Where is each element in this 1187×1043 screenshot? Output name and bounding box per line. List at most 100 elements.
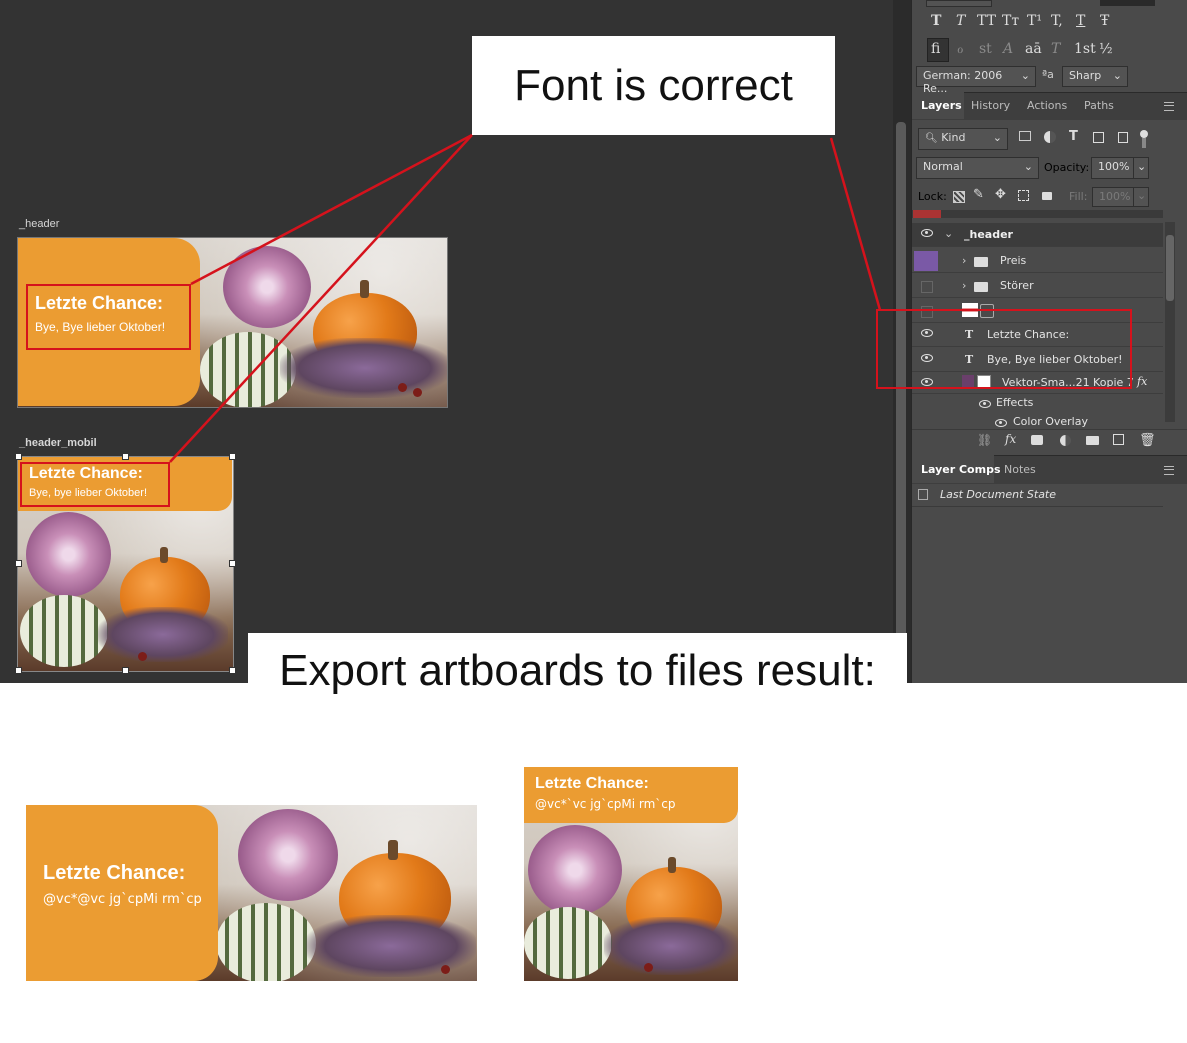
effects-group: Effects Color Overlay <box>912 394 1163 434</box>
tab-layer-comps[interactable]: Layer Comps <box>921 463 1001 476</box>
fill-input[interactable]: 100% <box>1092 187 1134 207</box>
document-state-icon <box>918 489 928 500</box>
chevron-down-icon: ⌄ <box>1020 69 1030 82</box>
adjustment-layer-icon[interactable] <box>1060 435 1071 446</box>
filter-smart-object-icon[interactable] <box>1118 132 1128 143</box>
antialias-select[interactable]: Sharp ⌄ <box>1062 66 1128 87</box>
filter-toggle-icon[interactable] <box>1140 130 1148 138</box>
layer-comp-row[interactable]: Last Document State <box>912 484 1163 507</box>
panel-menu-icon[interactable] <box>1164 466 1174 475</box>
language-select[interactable]: German: 2006 Re... ⌄ <box>916 66 1036 95</box>
search-icon: 🔍︎ <box>925 133 938 144</box>
layer-row-stoerer[interactable]: › Störer <box>912 274 1163 298</box>
export-desktop-subtitle: @vc*@vc jg`cpMi rm`cp <box>43 892 202 907</box>
character-field[interactable] <box>926 0 992 7</box>
lock-label: Lock: <box>918 190 947 203</box>
swash-icon[interactable]: A <box>1003 41 1013 57</box>
opacity-label: Opacity: <box>1044 161 1090 174</box>
visibility-eye-icon[interactable] <box>979 400 991 408</box>
ordinals-icon[interactable]: 1st <box>1074 41 1096 57</box>
lock-transparent-icon[interactable] <box>953 191 965 203</box>
folder-icon <box>974 282 988 292</box>
link-layers-icon[interactable]: ⛓ <box>977 433 992 447</box>
highlight-box-layers <box>876 309 1132 389</box>
fractions-icon[interactable]: ½ <box>1099 41 1113 57</box>
filter-adjustment-icon[interactable] <box>1044 131 1056 143</box>
lock-position-icon[interactable]: ✥ <box>995 187 1006 202</box>
folder-icon <box>974 257 988 267</box>
filter-toggle-stem <box>1142 138 1146 148</box>
visibility-eye-icon[interactable] <box>921 229 933 237</box>
underline-icon[interactable]: T <box>1076 13 1085 29</box>
trash-icon[interactable]: 🗑︎ <box>1139 433 1156 448</box>
lock-all-icon[interactable] <box>1042 192 1052 200</box>
export-mobile-title: Letzte Chance: <box>535 775 649 792</box>
color-swatch[interactable] <box>1100 0 1155 6</box>
panel-menu-icon[interactable] <box>1164 102 1174 111</box>
fill-value: 100% <box>1099 190 1131 203</box>
document-state-label: Last Document State <box>940 488 1057 501</box>
ligatures-icon[interactable]: fi <box>931 41 940 57</box>
antialias-icon: ªa <box>1042 68 1054 81</box>
callout-export-result: Export artboards to files result: <box>248 633 907 708</box>
new-layer-icon[interactable] <box>1113 434 1124 445</box>
blend-mode-select[interactable]: Normal ⌄ <box>916 157 1039 179</box>
layer-row-partial[interactable] <box>912 210 1163 218</box>
all-caps-icon[interactable]: TT <box>977 13 996 29</box>
chevron-down-icon: ⌄ <box>1023 160 1033 173</box>
tab-layers[interactable]: Layers <box>921 99 962 112</box>
fx-icon[interactable]: fx <box>1137 375 1147 388</box>
layer-name: _header <box>964 228 1013 241</box>
layers-scrollbar-thumb[interactable] <box>1166 235 1174 301</box>
add-style-icon[interactable]: fx <box>1005 432 1016 446</box>
layer-row-header[interactable]: ⌄ _header <box>912 223 1163 247</box>
layer-row-preis[interactable]: › Preis <box>912 249 1163 273</box>
chevron-down-icon[interactable]: ⌄ <box>944 227 953 240</box>
blend-mode-value: Normal <box>923 160 963 173</box>
lock-artboard-icon[interactable] <box>1018 190 1029 201</box>
effects-label[interactable]: Effects <box>996 396 1033 409</box>
chevron-down-icon: ⌄ <box>992 131 1002 144</box>
tab-paths[interactable]: Paths <box>1084 99 1114 112</box>
export-mobile-subtitle: @vc*`vc jg`cpMi rm`cp <box>535 797 676 811</box>
discretionary-ligatures-icon[interactable]: st <box>979 41 992 57</box>
tab-actions[interactable]: Actions <box>1027 99 1067 112</box>
layer-filter-kind[interactable]: 🔍︎ Kind ⌄ <box>918 128 1008 150</box>
add-mask-icon[interactable] <box>1031 435 1043 445</box>
new-group-icon[interactable] <box>1086 436 1099 445</box>
superscript-icon[interactable]: T¹ <box>1027 13 1042 29</box>
chevron-down-icon: ⌄ <box>1112 69 1122 82</box>
filter-type-icon[interactable]: T <box>1069 129 1078 144</box>
strikethrough-icon[interactable]: Ŧ <box>1100 13 1109 29</box>
small-caps-icon[interactable]: Tт <box>1002 13 1019 29</box>
chevron-right-icon[interactable]: › <box>962 279 966 292</box>
fill-label: Fill: <box>1069 190 1088 203</box>
opacity-value: 100% <box>1098 160 1130 173</box>
titling-alternates-icon[interactable]: T <box>1051 41 1060 57</box>
opacity-dropdown[interactable]: ⌄ <box>1133 157 1149 179</box>
chevron-down-icon: ⌄ <box>1137 189 1147 202</box>
tab-notes[interactable]: Notes <box>1004 463 1036 476</box>
antialias-value: Sharp <box>1069 69 1102 82</box>
layer-name: Störer <box>1000 279 1034 292</box>
layer-color-tag <box>913 210 941 218</box>
layer-name: Preis <box>1000 254 1027 267</box>
fill-dropdown[interactable]: ⌄ <box>1133 187 1149 207</box>
export-desktop-title: Letzte Chance: <box>43 862 186 884</box>
chevron-right-icon[interactable]: › <box>962 254 966 267</box>
stylistic-alternates-icon[interactable]: aā <box>1025 41 1042 57</box>
layer-color-tag <box>914 251 938 271</box>
color-overlay-label[interactable]: Color Overlay <box>1013 415 1088 428</box>
faux-italic-icon[interactable]: T <box>956 13 965 29</box>
lock-pixels-icon[interactable]: ✎ <box>973 187 984 202</box>
old-style-icon[interactable]: ℴ <box>957 41 963 57</box>
subscript-icon[interactable]: T, <box>1051 13 1063 29</box>
filter-shape-icon[interactable] <box>1093 132 1104 143</box>
visibility-eye-icon[interactable] <box>995 419 1007 427</box>
tab-history[interactable]: History <box>971 99 1010 112</box>
visibility-empty[interactable] <box>921 281 933 293</box>
faux-bold-icon[interactable]: T <box>931 13 941 29</box>
filter-kind-value: Kind <box>941 131 966 144</box>
chevron-down-icon: ⌄ <box>1137 160 1147 173</box>
filter-pixel-icon[interactable] <box>1019 131 1031 141</box>
